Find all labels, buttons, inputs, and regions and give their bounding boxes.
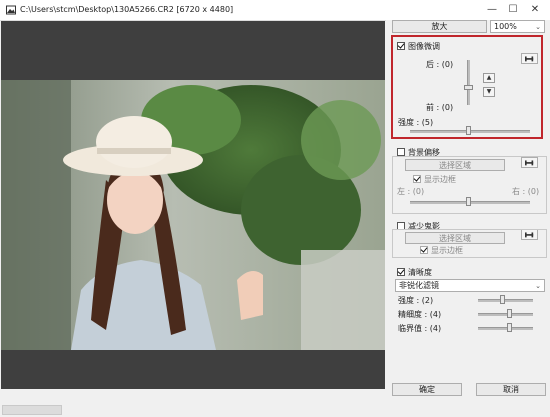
image-app-icon <box>6 5 16 15</box>
sharpness-strength-thumb[interactable] <box>500 295 505 304</box>
fine-tune-highlight-box <box>391 35 543 139</box>
bg-shift-right-label: 右 : (0) <box>512 187 540 196</box>
zoom-in-button[interactable]: 放大 <box>392 20 487 33</box>
preview-photo <box>1 80 385 350</box>
ok-button[interactable]: 确定 <box>392 383 462 396</box>
reduce-ghost-show-border-checkbox[interactable] <box>420 246 428 254</box>
minimize-button[interactable]: — <box>482 3 502 17</box>
bg-shift-left-label: 左 : (0) <box>397 187 425 196</box>
zoom-level-value: 100% <box>494 22 517 31</box>
cancel-button[interactable]: 取消 <box>476 383 546 396</box>
sharpness-fineness-thumb[interactable] <box>507 309 512 318</box>
sharpness-threshold-thumb[interactable] <box>507 323 512 332</box>
bg-shift-thumb[interactable] <box>466 197 471 206</box>
sharpness-threshold-track[interactable] <box>478 327 533 330</box>
image-preview[interactable] <box>1 21 385 389</box>
status-bar <box>0 390 550 417</box>
sharpness-threshold-label: 临界值 : (4) <box>398 324 442 333</box>
sharpness-strength-label: 强度 : (2) <box>398 296 434 305</box>
sharpness-label: 清晰度 <box>408 268 432 277</box>
bg-shift-select-area-button[interactable]: 选择区域 <box>405 159 505 171</box>
sharpness-fineness-label: 精细度 : (4) <box>398 310 442 319</box>
horizontal-scrollbar[interactable] <box>2 405 62 415</box>
zoom-level-select[interactable]: 100% ⌄ <box>490 20 545 33</box>
sharpness-checkbox[interactable] <box>397 268 405 276</box>
bg-shift-show-border-label: 显示边框 <box>424 175 456 184</box>
sharpness-strength-track[interactable] <box>478 299 533 302</box>
chevron-down-icon: ⌄ <box>535 282 541 290</box>
title-bar: C:\Users\stcm\Desktop\130A5266.CR2 [6720… <box>0 0 550 21</box>
maximize-button[interactable]: ☐ <box>503 3 523 17</box>
sharpness-filter-value: 非锐化滤镜 <box>399 281 439 290</box>
bg-shift-checkbox[interactable] <box>397 148 405 156</box>
reduce-ghost-show-border-label: 显示边框 <box>431 246 463 255</box>
window-title: C:\Users\stcm\Desktop\130A5266.CR2 [6720… <box>20 5 234 14</box>
sharpness-filter-select[interactable]: 非锐化滤镜 ⌄ <box>395 279 545 292</box>
close-button[interactable]: ✕ <box>525 3 545 17</box>
chevron-down-icon: ⌄ <box>535 23 541 31</box>
bg-shift-show-border-checkbox[interactable] <box>413 175 421 183</box>
sharpness-fineness-track[interactable] <box>478 313 533 316</box>
reduce-ghost-select-area-button[interactable]: 选择区域 <box>405 232 505 244</box>
